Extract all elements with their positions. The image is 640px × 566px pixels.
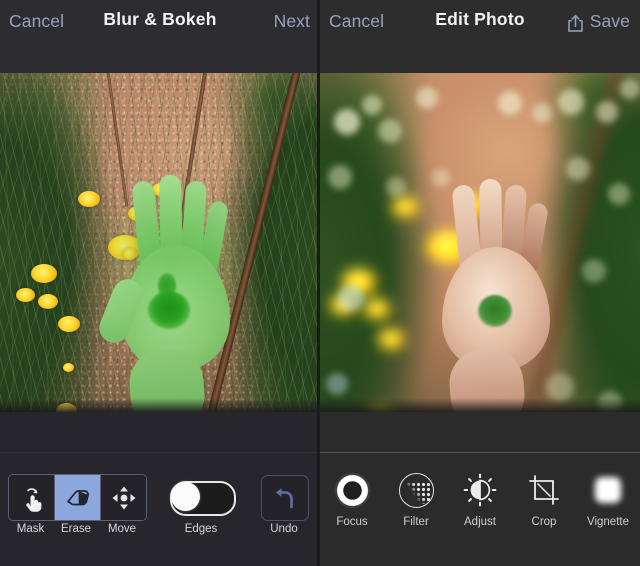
photo-bottom-fade (320, 398, 640, 412)
right-cancel-button[interactable]: Cancel (329, 11, 384, 32)
move-arrows-icon (112, 486, 135, 509)
right-photo-scene (320, 73, 640, 412)
right-toolbar-area: Focus Filter Adjust Crop Vignette (320, 412, 640, 566)
tool-filter[interactable]: Filter (384, 470, 448, 528)
vignette-blob-icon (576, 470, 640, 510)
tool-vignette-label: Vignette (587, 516, 629, 528)
left-toolbar-divider (0, 452, 320, 453)
green-sprig-in-palm (478, 295, 512, 327)
label-erase: Erase (60, 523, 92, 535)
tool-crop-label: Crop (531, 516, 557, 528)
next-button[interactable]: Next (274, 11, 310, 32)
photo-bottom-fade (0, 398, 320, 412)
tool-crop[interactable]: Crop (512, 470, 576, 528)
tool-adjust[interactable]: Adjust (448, 470, 512, 528)
label-edges: Edges (184, 523, 218, 535)
right-photo-preview[interactable] (320, 73, 640, 412)
mask-mode-segmented-control[interactable] (8, 474, 147, 521)
focus-ring-icon (320, 470, 384, 510)
app-root: Cancel Blur & Bokeh Next Mask Erase Move… (0, 0, 640, 566)
left-photo-scene (0, 73, 320, 412)
segment-erase[interactable] (55, 475, 101, 520)
brightness-sun-icon (448, 470, 512, 510)
edit-tools-row: Focus Filter Adjust Crop Vignette (320, 470, 640, 540)
left-header: Cancel Blur & Bokeh Next (0, 0, 320, 73)
tool-filter-label: Filter (403, 516, 429, 528)
left-cancel-button[interactable]: Cancel (9, 11, 64, 32)
right-header: Cancel Edit Photo Save (320, 0, 640, 73)
label-undo: Undo (270, 523, 298, 535)
green-mask-overlay (0, 73, 320, 412)
segment-mask[interactable] (9, 475, 55, 520)
edges-toggle[interactable] (170, 481, 236, 516)
segment-move[interactable] (101, 475, 146, 520)
left-toolbar-area: Mask Erase Move Edges Undo (0, 412, 320, 566)
share-upload-icon (567, 14, 584, 33)
right-toolbar-divider (320, 452, 640, 453)
hand-subject (320, 73, 640, 412)
hand-tap-icon (25, 487, 41, 512)
left-panel-blur-bokeh: Cancel Blur & Bokeh Next Mask Erase Move… (0, 0, 320, 566)
eraser-icon (66, 489, 89, 505)
tool-vignette[interactable]: Vignette (576, 470, 640, 528)
mask-brush-blob (158, 273, 176, 299)
save-label: Save (589, 11, 630, 31)
tool-adjust-label: Adjust (464, 516, 496, 528)
undo-button[interactable] (261, 475, 309, 521)
label-mask: Mask (16, 523, 45, 535)
right-panel-edit-photo: Cancel Edit Photo Save Focus Filter Adju… (320, 0, 640, 566)
left-photo-preview[interactable] (0, 73, 320, 412)
edges-toggle-knob (171, 482, 200, 511)
label-move: Move (107, 523, 137, 535)
save-button[interactable]: Save (567, 11, 630, 32)
tool-focus[interactable]: Focus (320, 470, 384, 528)
crop-frame-icon (512, 470, 576, 510)
tool-focus-label: Focus (336, 516, 368, 528)
undo-arrow-icon (276, 488, 293, 509)
filter-halftone-icon (384, 470, 448, 510)
next-label: Next (273, 11, 310, 31)
